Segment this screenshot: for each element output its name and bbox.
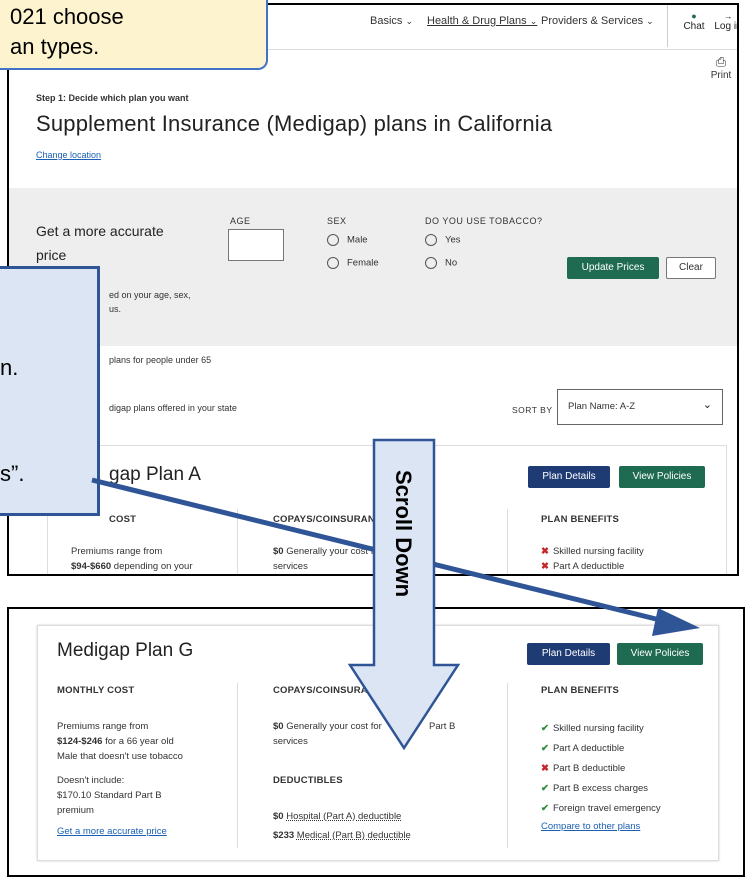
annotation-arrows [91, 438, 700, 751]
pointer-arrowhead [652, 608, 700, 636]
scroll-down-label: Scroll Down [391, 470, 416, 598]
